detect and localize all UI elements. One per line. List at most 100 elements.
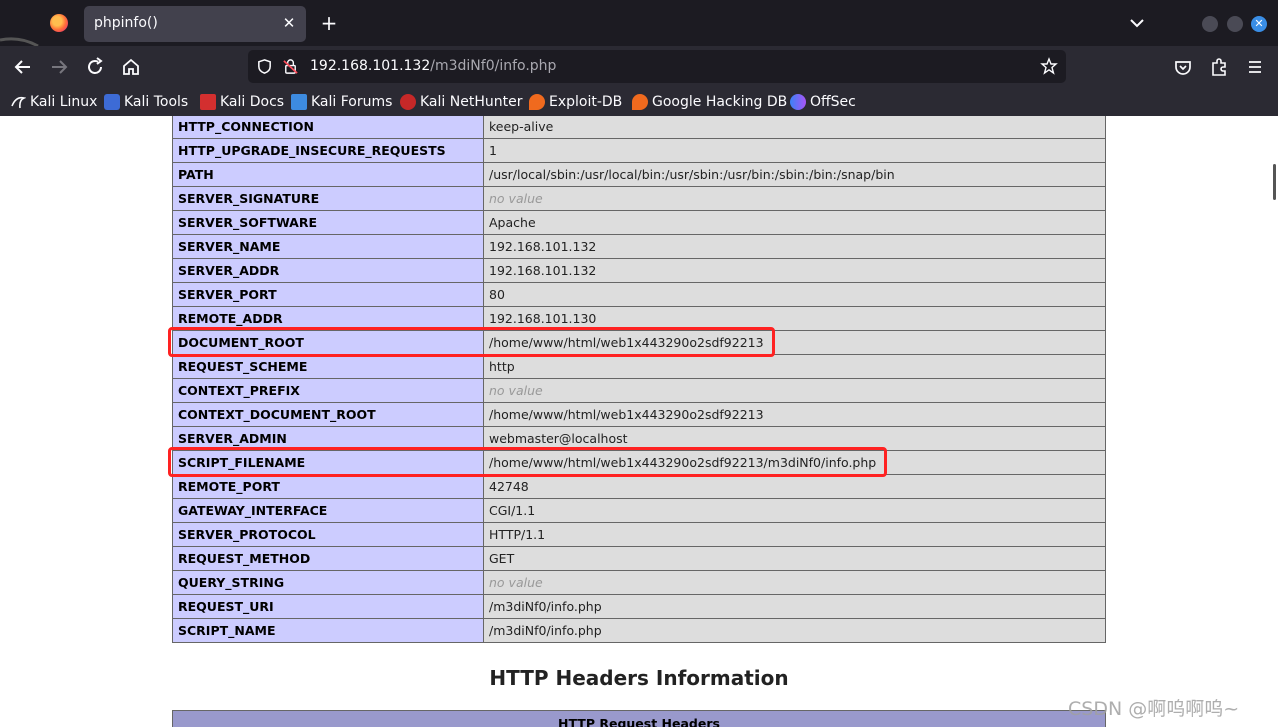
env-key: PATH: [172, 162, 484, 187]
back-arrow-icon[interactable]: [12, 56, 34, 78]
env-value: /home/www/html/web1x443290o2sdf92213: [483, 402, 1106, 427]
table-row: SCRIPT_FILENAME/home/www/html/web1x44329…: [172, 450, 1106, 475]
tab-phpinfo[interactable]: phpinfo() ✕: [84, 6, 306, 42]
table-row: REMOTE_ADDR 192.168.101.130: [172, 306, 1106, 331]
table-row: DOCUMENT_ROOT/home/www/html/web1x443290o…: [172, 330, 1106, 355]
firefox-menu-icon[interactable]: [50, 14, 68, 32]
shield-icon[interactable]: [256, 58, 273, 75]
bookmark-label: Kali Docs: [220, 94, 285, 110]
bookmark-label: OffSec: [810, 94, 856, 110]
env-key: REQUEST_SCHEME: [172, 354, 484, 379]
env-value: Apache: [483, 210, 1106, 235]
home-icon[interactable]: [120, 56, 142, 78]
bookmark-label: Google Hacking DB: [652, 94, 788, 110]
bookmark-kali-forums[interactable]: Kali Forums: [291, 93, 392, 111]
bookmark-star-icon[interactable]: [1040, 57, 1058, 75]
url-path: /m3diNf0/info.php: [430, 58, 557, 74]
section-heading: HTTP Headers Information: [489, 666, 789, 690]
bookmarks-toolbar: Kali Linux Kali Tools Kali Docs Kali For…: [0, 88, 1278, 116]
kali-docs-icon: [200, 94, 216, 110]
extensions-puzzle-icon[interactable]: [1208, 56, 1230, 78]
kali-dragon-icon: [11, 96, 26, 109]
tab-close-icon[interactable]: ✕: [280, 14, 298, 32]
insecure-lock-icon[interactable]: [282, 58, 299, 75]
env-key: GATEWAY_INTERFACE: [172, 498, 484, 523]
kali-tools-icon: [104, 94, 120, 110]
page-scrollbar[interactable]: [1270, 116, 1278, 727]
address-bar[interactable]: 192.168.101.132/m3diNf0/info.php: [248, 50, 1066, 83]
bookmark-exploit-db[interactable]: Exploit-DB: [529, 93, 622, 111]
bookmark-kali-linux[interactable]: Kali Linux: [10, 93, 97, 111]
env-key: SERVER_SIGNATURE: [172, 186, 484, 211]
env-value: no value: [483, 378, 1106, 403]
table-row: REMOTE_PORT 42748: [172, 474, 1106, 499]
env-value: 192.168.101.130: [483, 306, 1106, 331]
env-value: http: [483, 354, 1106, 379]
env-key: SERVER_NAME: [172, 234, 484, 259]
table-row: HTTP_UPGRADE_INSECURE_REQUESTS 1: [172, 138, 1106, 163]
apache-environment-table: HTTP_CONNECTION keep-alive HTTP_UPGRADE_IN…: [172, 116, 1106, 643]
bookmark-kali-tools[interactable]: Kali Tools: [104, 93, 188, 111]
bookmark-google-hacking-db[interactable]: Google Hacking DB: [632, 93, 787, 111]
url-host: 192.168.101.132: [310, 58, 431, 74]
minimize-window-button[interactable]: [1202, 16, 1218, 32]
http-request-headers-table-header: HTTP Request Headers: [172, 710, 1106, 727]
env-key: REMOTE_ADDR: [172, 306, 484, 331]
csdn-watermark: CSDN @啊呜啊呜~: [1068, 698, 1240, 720]
env-key: SERVER_ADDR: [172, 258, 484, 283]
table-row: QUERY_STRING no value: [172, 570, 1106, 595]
env-value: CGI/1.1: [483, 498, 1106, 523]
env-value: GET: [483, 546, 1106, 571]
bookmark-label: Kali Tools: [124, 94, 189, 110]
bookmark-label: Kali NetHunter: [420, 94, 523, 110]
env-value: /usr/local/sbin:/usr/local/bin:/usr/sbin…: [483, 162, 1106, 187]
kali-wallpaper-decoration: [0, 37, 39, 46]
url-text[interactable]: 192.168.101.132/m3diNf0/info.php: [310, 58, 556, 74]
env-key: SCRIPT_NAME: [172, 618, 484, 643]
table-row: SERVER_SOFTWARE Apache: [172, 210, 1106, 235]
env-value: no value: [483, 186, 1106, 211]
bookmark-label: Exploit-DB: [549, 94, 623, 110]
table-row: REQUEST_METHOD GET: [172, 546, 1106, 571]
env-key: SERVER_PROTOCOL: [172, 522, 484, 547]
close-window-button[interactable]: ✕: [1251, 16, 1267, 32]
env-key: CONTEXT_PREFIX: [172, 378, 484, 403]
pocket-icon[interactable]: [1172, 56, 1194, 78]
table-row: HTTP_CONNECTION keep-alive: [172, 116, 1106, 139]
env-key: HTTP_UPGRADE_INSECURE_REQUESTS: [172, 138, 484, 163]
env-value: 192.168.101.132: [483, 234, 1106, 259]
tab-title: phpinfo(): [94, 15, 158, 31]
env-value: keep-alive: [483, 116, 1106, 139]
env-value: webmaster@localhost: [483, 426, 1106, 451]
env-key: QUERY_STRING: [172, 570, 484, 595]
table-row: SERVER_ADMIN webmaster@localhost: [172, 426, 1106, 451]
table-row: REQUEST_SCHEME http: [172, 354, 1106, 379]
env-value: HTTP/1.1: [483, 522, 1106, 547]
bookmark-label: Kali Forums: [311, 94, 393, 110]
offsec-icon: [790, 94, 806, 110]
bookmark-label: Kali Linux: [30, 94, 98, 110]
bookmark-offsec[interactable]: OffSec: [790, 93, 856, 111]
scrollbar-thumb[interactable]: [1273, 164, 1276, 200]
kali-forums-icon: [291, 94, 307, 110]
reload-icon[interactable]: [84, 56, 106, 78]
env-key: SCRIPT_FILENAME: [172, 450, 484, 475]
table-row: PATH/usr/local/sbin:/usr/local/bin:/usr/…: [172, 162, 1106, 187]
env-value: /m3diNf0/info.php: [483, 618, 1106, 643]
env-key: SERVER_PORT: [172, 282, 484, 307]
bookmark-kali-docs[interactable]: Kali Docs: [200, 93, 284, 111]
env-value: 1: [483, 138, 1106, 163]
forward-arrow-icon[interactable]: [48, 56, 70, 78]
nethunter-icon: [400, 94, 416, 110]
table-row: SERVER_ADDR 192.168.101.132: [172, 258, 1106, 283]
hamburger-menu-icon[interactable]: [1244, 56, 1266, 78]
env-key: HTTP_CONNECTION: [172, 116, 484, 139]
bookmark-kali-nethunter[interactable]: Kali NetHunter: [400, 93, 522, 111]
maximize-window-button[interactable]: [1227, 16, 1243, 32]
list-all-tabs-chevron-icon[interactable]: [1128, 14, 1146, 32]
env-value: /home/www/html/web1x443290o2sdf92213: [483, 330, 1106, 355]
table-row: SERVER_PORT 80: [172, 282, 1106, 307]
page-content: HTTP_CONNECTION keep-alive HTTP_UPGRADE_IN…: [0, 116, 1278, 727]
table-row: SERVER_PROTOCOL HTTP/1.1: [172, 522, 1106, 547]
new-tab-button[interactable]: +: [318, 12, 340, 34]
